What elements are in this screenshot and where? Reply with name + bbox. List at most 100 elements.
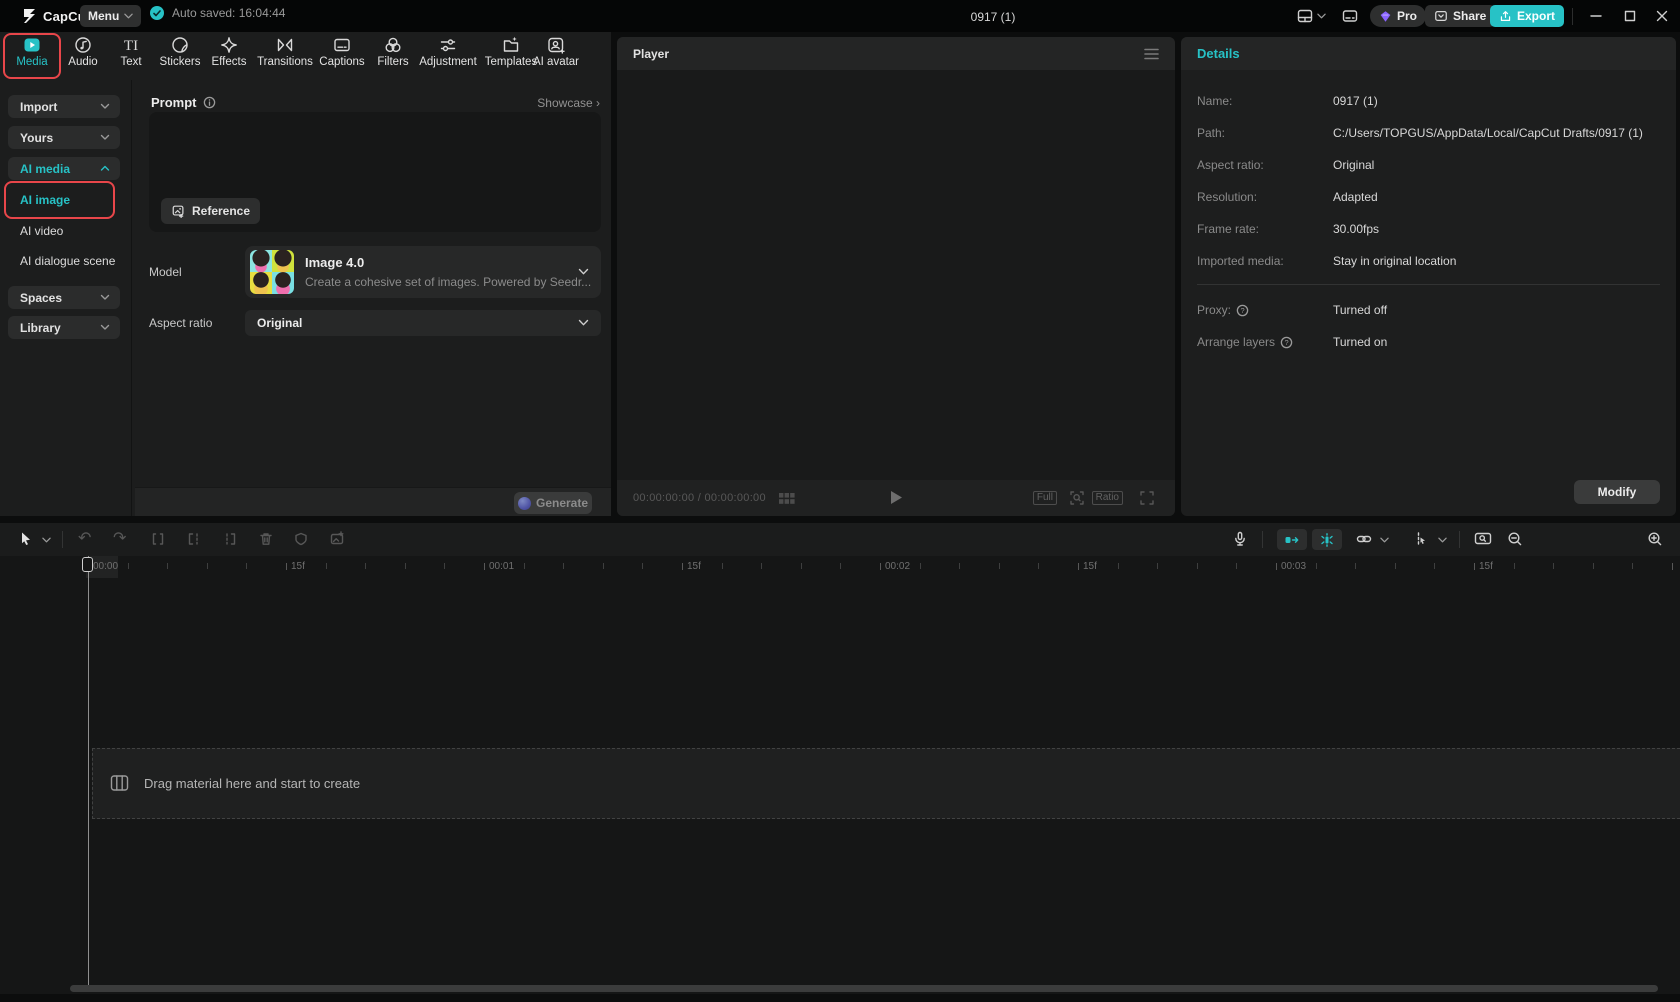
play-button[interactable] bbox=[890, 490, 903, 505]
redo-button[interactable]: ↷ bbox=[113, 530, 126, 546]
caption-bar-icon[interactable] bbox=[1341, 8, 1359, 24]
fullscreen-icon[interactable] bbox=[1139, 490, 1155, 506]
mask-icon[interactable] bbox=[293, 531, 309, 547]
ruler-tick bbox=[246, 563, 247, 569]
chevron-down-icon bbox=[100, 324, 110, 331]
help-icon[interactable]: ? bbox=[1236, 304, 1249, 317]
playhead-handle[interactable] bbox=[82, 557, 93, 572]
sidebar-item-label: AI media bbox=[20, 162, 70, 176]
prompt-input[interactable]: Reference bbox=[149, 112, 601, 232]
generate-bar: Generate bbox=[135, 487, 611, 516]
sidebar-item-yours[interactable]: Yours bbox=[8, 126, 120, 149]
player-controls: 00:00:00:00 / 00:00:00:00 Full Ratio bbox=[617, 480, 1175, 516]
ruler-tick bbox=[722, 563, 723, 569]
title-bar: CapCut Menu Auto saved: 16:04:44 0917 (1… bbox=[0, 0, 1680, 32]
adjustment-icon bbox=[438, 35, 458, 55]
capcut-window: CapCut Menu Auto saved: 16:04:44 0917 (1… bbox=[0, 0, 1680, 1002]
close-button[interactable] bbox=[1654, 8, 1670, 24]
sidebar-item-import[interactable]: Import bbox=[8, 95, 120, 118]
player-menu-icon[interactable] bbox=[1144, 48, 1159, 60]
media-track-icon bbox=[110, 774, 129, 792]
ratio-badge[interactable]: Ratio bbox=[1092, 491, 1123, 505]
sidebar-item-ai-dialogue-scene[interactable]: AI dialogue scene bbox=[8, 249, 128, 272]
ruler-label: 15f bbox=[1479, 561, 1493, 572]
link-chevron-icon[interactable] bbox=[1380, 537, 1389, 543]
zoom-in-button[interactable] bbox=[1647, 531, 1663, 547]
tab-ai-avatar[interactable]: AI avatar bbox=[516, 35, 596, 68]
sidebar-item-library[interactable]: Library bbox=[8, 316, 120, 339]
preview-axis-chevron-icon[interactable] bbox=[1438, 537, 1447, 543]
model-name: Image 4.0 bbox=[305, 255, 364, 270]
minimize-button[interactable] bbox=[1588, 8, 1604, 24]
model-select[interactable]: Image 4.0 Create a cohesive set of image… bbox=[245, 246, 601, 298]
info-icon bbox=[203, 96, 216, 109]
full-badge[interactable]: Full bbox=[1033, 491, 1057, 505]
sidebar-item-spaces[interactable]: Spaces bbox=[8, 286, 120, 309]
share-button[interactable]: Share bbox=[1425, 5, 1495, 27]
layout-panels-icon[interactable] bbox=[1296, 8, 1314, 24]
sticker-icon bbox=[170, 35, 190, 55]
sidebar-item-ai-video[interactable]: AI video bbox=[8, 219, 120, 242]
auto-ripple-icon bbox=[1284, 533, 1300, 547]
preview-axis-icon[interactable] bbox=[1412, 531, 1428, 547]
text-icon: TI bbox=[121, 35, 141, 55]
toolbar-divider bbox=[62, 531, 63, 548]
snapping-toggle[interactable] bbox=[1312, 529, 1342, 550]
ruler-tick bbox=[207, 563, 208, 569]
sidebar-item-ai-media[interactable]: AI media bbox=[8, 157, 120, 180]
horizontal-scrollbar[interactable] bbox=[70, 985, 1658, 992]
ruler-tick bbox=[1038, 563, 1039, 569]
undo-button[interactable]: ↶ bbox=[78, 530, 91, 546]
split-button[interactable] bbox=[150, 531, 166, 547]
detail-value: Turned on bbox=[1333, 335, 1387, 349]
delete-left-button[interactable] bbox=[186, 531, 202, 547]
detail-value: 0917 (1) bbox=[1333, 94, 1378, 108]
ruler-tick bbox=[128, 563, 129, 569]
maximize-button[interactable] bbox=[1622, 8, 1638, 24]
auto-ripple-toggle[interactable] bbox=[1277, 529, 1307, 550]
delete-button[interactable] bbox=[258, 531, 274, 547]
render-preview-icon[interactable] bbox=[1474, 531, 1492, 547]
chevron-down-icon bbox=[100, 294, 110, 301]
reference-button[interactable]: Reference bbox=[161, 198, 260, 224]
zoom-out-button[interactable] bbox=[1507, 531, 1523, 547]
modify-button[interactable]: Modify bbox=[1574, 480, 1660, 504]
ruler-tick bbox=[1118, 563, 1119, 569]
timeline-ruler-ticks[interactable]: 00:0015f00:0115f00:0215f00:0315f bbox=[0, 556, 1680, 578]
playhead-line[interactable] bbox=[88, 556, 89, 986]
chevron-down-icon bbox=[100, 134, 110, 141]
generate-button[interactable]: Generate bbox=[514, 492, 592, 514]
sidebar-item-label: Spaces bbox=[20, 291, 62, 305]
select-tool-button[interactable] bbox=[18, 531, 34, 547]
player-panel: Player 00:00:00:00 / 00:00:00:00 Full Ra… bbox=[617, 37, 1175, 516]
record-voiceover-button[interactable] bbox=[1232, 531, 1248, 547]
sidebar-item-label: Yours bbox=[20, 131, 53, 145]
sidebar-item-ai-image[interactable]: AI image bbox=[8, 188, 120, 211]
aspect-ratio-select[interactable]: Original bbox=[245, 310, 601, 336]
track-drop-zone[interactable]: Drag material here and start to create bbox=[92, 748, 1680, 819]
export-still-icon[interactable] bbox=[329, 531, 345, 547]
menu-button[interactable]: Menu bbox=[80, 5, 141, 27]
details-title: Details bbox=[1197, 46, 1240, 61]
delete-right-button[interactable] bbox=[222, 531, 238, 547]
detail-row-resolution: Resolution: Adapted bbox=[1197, 190, 1660, 206]
help-icon[interactable]: ? bbox=[1280, 336, 1293, 349]
frame-preview-icon[interactable] bbox=[779, 493, 795, 504]
ruler-tick bbox=[524, 563, 525, 569]
detail-value: Original bbox=[1333, 158, 1374, 172]
ruler-tick bbox=[1632, 563, 1633, 569]
ruler-tick bbox=[1474, 563, 1475, 570]
fit-zoom-icon[interactable] bbox=[1069, 490, 1085, 506]
ruler-tick bbox=[1078, 563, 1079, 570]
export-label: Export bbox=[1517, 9, 1555, 23]
link-clips-icon[interactable] bbox=[1356, 531, 1372, 547]
ruler-tick bbox=[286, 563, 287, 570]
ruler-tick bbox=[959, 563, 960, 569]
export-button[interactable]: Export bbox=[1490, 5, 1564, 27]
select-tool-chevron-icon[interactable] bbox=[42, 537, 51, 543]
detail-value: 30.00fps bbox=[1333, 222, 1379, 236]
ai-avatar-icon bbox=[546, 35, 566, 55]
layout-chevron-icon[interactable] bbox=[1317, 13, 1326, 19]
pro-button[interactable]: Pro bbox=[1370, 5, 1426, 27]
showcase-link[interactable]: Showcase › bbox=[520, 96, 600, 110]
